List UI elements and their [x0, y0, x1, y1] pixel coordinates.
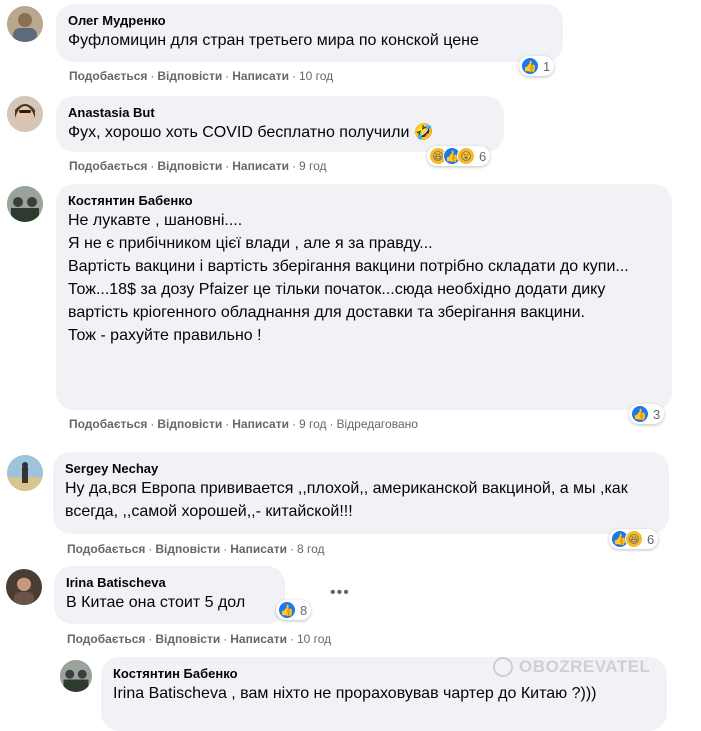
- reactions-summary[interactable]: 👍 😆 6: [609, 529, 659, 549]
- wow-reaction-icon: 😮: [457, 147, 475, 165]
- comment-bubble: Костянтин Бабенко Не лукавте , шановні..…: [56, 184, 672, 410]
- comment-bubble: Sergey Nechay Ну да,вся Европа прививает…: [53, 452, 669, 534]
- reaction-count: 3: [653, 406, 661, 422]
- comment-text: В Китае она стоит 5 дол: [66, 594, 246, 611]
- comment-text: Не лукавте , шановні.... Я не є прибічни…: [68, 212, 629, 344]
- avatar[interactable]: [6, 569, 42, 605]
- reaction-count: 6: [647, 531, 655, 547]
- like-button[interactable]: Подобається: [69, 159, 147, 173]
- watermark: OBOZREVATEL: [493, 657, 650, 677]
- reply-button[interactable]: Відповісти: [155, 542, 220, 556]
- watermark-logo-icon: [493, 657, 513, 677]
- like-button[interactable]: Подобається: [69, 69, 147, 83]
- comment-time[interactable]: 9 год: [299, 159, 327, 173]
- reactions-summary[interactable]: 👍 8: [276, 600, 312, 620]
- comment-author[interactable]: Anastasia But: [68, 104, 492, 121]
- comment-actions: Подобається · Відповісти · Написати · 8 год: [67, 542, 325, 556]
- write-button[interactable]: Написати: [232, 69, 289, 83]
- avatar[interactable]: [7, 455, 43, 491]
- like-button[interactable]: Подобається: [69, 417, 147, 431]
- write-button[interactable]: Написати: [232, 159, 289, 173]
- reply-button[interactable]: Відповісти: [157, 417, 222, 431]
- comment-author[interactable]: Олег Мудренко: [68, 12, 551, 29]
- comment-actions: Подобається · Відповісти · Написати · 10 год: [69, 69, 334, 83]
- avatar[interactable]: [7, 96, 43, 132]
- reaction-count: 8: [300, 602, 308, 618]
- write-button[interactable]: Написати: [230, 542, 287, 556]
- watermark-text: OBOZREVATEL: [519, 657, 651, 676]
- comment-author[interactable]: Sergey Nechay: [65, 460, 657, 477]
- comment-text: Фуфломицин для стран третьего мира по ко…: [68, 32, 479, 49]
- comment-time[interactable]: 8 год: [297, 542, 325, 556]
- reply-button[interactable]: Відповісти: [157, 69, 222, 83]
- comment-actions: Подобається · Відповісти · Написати · 10 год: [67, 632, 332, 646]
- like-button[interactable]: Подобається: [67, 542, 145, 556]
- comment-text: Irina Batischeva , вам ніхто не прорахов…: [113, 685, 597, 702]
- like-reaction-icon: 👍: [631, 405, 649, 423]
- comment-bubble: Олег Мудренко Фуфломицин для стран треть…: [56, 4, 563, 62]
- comment-time[interactable]: 9 год: [299, 417, 327, 431]
- avatar[interactable]: [7, 186, 43, 222]
- comment-bubble: Irina Batischeva В Китае она стоит 5 дол: [54, 566, 285, 624]
- reaction-count: 1: [543, 58, 551, 74]
- comment-time[interactable]: 10 год: [297, 632, 331, 646]
- reactions-summary[interactable]: 😆 👍 😮 6: [427, 146, 491, 166]
- comment-author[interactable]: Irina Batischeva: [66, 574, 273, 591]
- comment-actions: Подобається · Відповісти · Написати · 9 год: [69, 159, 327, 173]
- haha-reaction-icon: 😆: [625, 530, 643, 548]
- comment-time[interactable]: 10 год: [299, 69, 333, 83]
- comment-text: Ну да,вся Европа прививается ,,плохой,, …: [65, 480, 628, 520]
- avatar[interactable]: [60, 660, 92, 692]
- avatar[interactable]: [7, 6, 43, 42]
- reaction-count: 6: [479, 148, 487, 164]
- reactions-summary[interactable]: 👍 3: [629, 404, 665, 424]
- edited-label[interactable]: Відредаговано: [337, 417, 418, 431]
- more-options-icon[interactable]: •••: [330, 584, 350, 602]
- like-reaction-icon: 👍: [278, 601, 296, 619]
- write-button[interactable]: Написати: [232, 417, 289, 431]
- like-reaction-icon: 👍: [521, 57, 539, 75]
- reply-button[interactable]: Відповісти: [155, 632, 220, 646]
- reactions-summary[interactable]: 👍 1: [519, 56, 555, 76]
- comment-actions: Подобається · Відповісти · Написати · 9 год · Ві…: [69, 417, 418, 431]
- comment-bubble: Anastasia But Фух, хорошо хоть COVID бес…: [56, 96, 504, 152]
- write-button[interactable]: Написати: [230, 632, 287, 646]
- reply-button[interactable]: Відповісти: [157, 159, 222, 173]
- comment-text: Фух, хорошо хоть COVID бесплатно получил…: [68, 124, 434, 141]
- like-button[interactable]: Подобається: [67, 632, 145, 646]
- comment-author[interactable]: Костянтин Бабенко: [68, 192, 660, 209]
